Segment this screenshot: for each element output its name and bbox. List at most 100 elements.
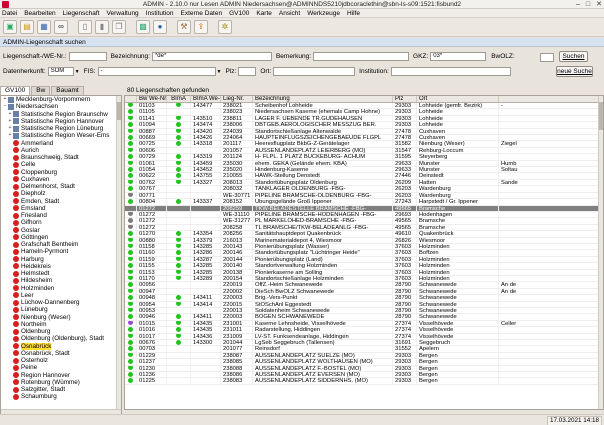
tree-item[interactable]: Ammerland — [1, 140, 121, 147]
export-icon[interactable]: ⇪ — [194, 20, 208, 34]
tree-item[interactable]: Delmenhorst, Stadt — [1, 183, 121, 190]
liegenschaft-nr-input[interactable] — [68, 52, 107, 61]
save-icon[interactable]: ▦ — [37, 20, 51, 34]
cell-status — [125, 340, 137, 346]
fis-select[interactable]: - — [97, 67, 216, 76]
tree-item[interactable]: Osnabrück, Stadt — [1, 350, 121, 357]
tree-item[interactable]: Osterholz — [1, 357, 121, 364]
menu-ansicht[interactable]: Ansicht — [279, 10, 300, 17]
tree-item[interactable]: Holzminden — [1, 285, 121, 292]
menu-liegenschaft[interactable]: Liegenschaft — [63, 10, 100, 17]
tree-item[interactable]: Celle — [1, 161, 121, 168]
tree-item[interactable]: + Statistische Region Braunschw — [1, 111, 121, 118]
tree-item[interactable]: Nienburg (Weser) — [1, 314, 121, 321]
tree-item[interactable]: + Statistische Region Weser-Ems — [1, 132, 121, 139]
globe-icon[interactable]: ● — [153, 20, 167, 34]
col-bima[interactable]: BImA — [167, 96, 191, 102]
suchen-button[interactable]: Suchen — [559, 51, 588, 62]
table-scrollbar[interactable] — [598, 96, 603, 409]
tree-item[interactable]: Grafschaft Bentheim — [1, 241, 121, 248]
tree-item[interactable]: Oldenburg (Oldenburg), Stadt — [1, 335, 121, 342]
tree-item[interactable]: − Niedersachsen — [1, 103, 121, 110]
datenherkunft-select[interactable]: SOM — [47, 67, 74, 76]
col-ort[interactable]: Ort — [417, 96, 499, 102]
settings-icon[interactable]: ✲ — [218, 20, 232, 34]
col-bima-we-nr[interactable]: BImA We-Nr. — [191, 96, 221, 102]
tree-item[interactable]: Northeim — [1, 321, 121, 328]
tree-item[interactable]: Cloppenburg — [1, 169, 121, 176]
col-plz[interactable]: Plz — [393, 96, 417, 102]
col-status[interactable] — [125, 96, 137, 102]
map-icon[interactable]: ▩ — [136, 20, 150, 34]
menu-werkzeuge[interactable]: Werkzeuge — [307, 10, 340, 17]
table-scroll-thumb[interactable] — [599, 102, 603, 130]
institution-input[interactable] — [390, 67, 511, 76]
tools-icon[interactable]: ⚒ — [177, 20, 191, 34]
tree-item[interactable]: Hameln-Pyrmont — [1, 248, 121, 255]
doc-icon[interactable]: ▯ — [78, 20, 92, 34]
minimize-button[interactable]: – — [576, 0, 580, 9]
tree-item[interactable]: + Statistische Region Hannover — [1, 118, 121, 125]
menu-verwaltung[interactable]: Verwaltung — [107, 10, 139, 17]
menu-datei[interactable]: Datei — [2, 10, 17, 17]
tree-item[interactable]: Schaumburg — [1, 393, 121, 400]
maximize-button[interactable]: □ — [586, 0, 590, 9]
tree-item[interactable]: Rotenburg (Wümme) — [1, 379, 121, 386]
datenherkunft-dropdown-icon[interactable]: ▼ — [75, 69, 80, 75]
tree-item[interactable]: Friesland — [1, 212, 121, 219]
col-lieg-nr[interactable]: Lieg-Nr. — [221, 96, 253, 102]
tab-bw[interactable]: Bw — [31, 86, 51, 95]
neue-suche-button[interactable]: neue Suche — [556, 66, 593, 77]
delete-icon[interactable]: ▮ — [95, 20, 109, 34]
tree-item[interactable]: Goslar — [1, 227, 121, 234]
tree-item[interactable]: Region Hannover — [1, 372, 121, 379]
tree-item[interactable]: Cuxhaven — [1, 176, 121, 183]
tree-scroll-thumb[interactable] — [117, 102, 121, 120]
tree-item[interactable]: Hildesheim — [1, 277, 121, 284]
tree-scrollbar[interactable] — [116, 96, 121, 414]
tree-item[interactable]: Emsland — [1, 205, 121, 212]
tree-item[interactable]: Emden, Stadt — [1, 198, 121, 205]
copy-icon[interactable]: ❐ — [112, 20, 126, 34]
col-bezeichnung[interactable]: Bezeichnung — [253, 96, 393, 102]
tree-item[interactable]: + Statistische Region Lüneburg — [1, 125, 121, 132]
menu-bearbeiten[interactable]: Bearbeiten — [24, 10, 55, 17]
tree-item[interactable]: Gifhorn — [1, 219, 121, 226]
plz-input[interactable] — [238, 67, 257, 76]
tab-bauamt[interactable]: Bauamt — [51, 86, 84, 95]
close-button[interactable]: ✕ — [596, 0, 602, 9]
menu-karte[interactable]: Karte — [256, 10, 272, 17]
gkz-input[interactable]: 03* — [430, 52, 487, 61]
tree-item[interactable]: Osnabrück — [1, 342, 121, 350]
col-bw-we-nr[interactable]: Bw We-Nr. — [137, 96, 167, 102]
fis-dropdown-icon[interactable]: ▼ — [217, 69, 222, 75]
menu-hilfe[interactable]: Hilfe — [347, 10, 360, 17]
menu-gv100[interactable]: GV100 — [229, 10, 249, 17]
tree-item[interactable]: Lüchow-Dannenberg — [1, 299, 121, 306]
bwolz-input[interactable] — [540, 53, 554, 62]
binoculars-icon[interactable]: ∞ — [54, 20, 68, 34]
col-extra[interactable] — [499, 96, 603, 102]
tree-item[interactable]: Peine — [1, 364, 121, 371]
tree-item[interactable]: Harburg — [1, 256, 121, 263]
tree-item[interactable]: Oldenburg — [1, 328, 121, 335]
bezeichnung-input[interactable]: *de* — [151, 52, 272, 61]
tree-item[interactable]: Helmstedt — [1, 270, 121, 277]
table-row[interactable]: 01225 238083 AUSSENLANDEPLATZ SIDDERNHS. (… — [125, 378, 603, 385]
menu-externe-daten[interactable]: Externe Daten — [181, 10, 223, 17]
open-icon[interactable]: ▤ — [20, 20, 34, 34]
ort-input[interactable] — [273, 67, 356, 76]
bemerkung-input[interactable] — [313, 52, 410, 61]
tree-item[interactable]: Göttingen — [1, 234, 121, 241]
tree-item[interactable]: Heidekreis — [1, 263, 121, 270]
tree-item[interactable]: + Mecklenburg-Vorpommern — [1, 96, 121, 103]
tree-item[interactable]: Lüneburg — [1, 306, 121, 313]
tree-item[interactable]: Aurich — [1, 147, 121, 154]
tree-item[interactable]: Diepholz — [1, 190, 121, 197]
tab-gv100[interactable]: GV100 — [0, 86, 31, 95]
tree-item[interactable]: Leer — [1, 292, 121, 299]
tree-item[interactable]: Salzgitter, Stadt — [1, 386, 121, 393]
tree-item[interactable]: Braunschweig, Stadt — [1, 154, 121, 161]
menu-institution[interactable]: Institution — [146, 10, 174, 17]
new-icon[interactable]: ▣ — [3, 20, 17, 34]
